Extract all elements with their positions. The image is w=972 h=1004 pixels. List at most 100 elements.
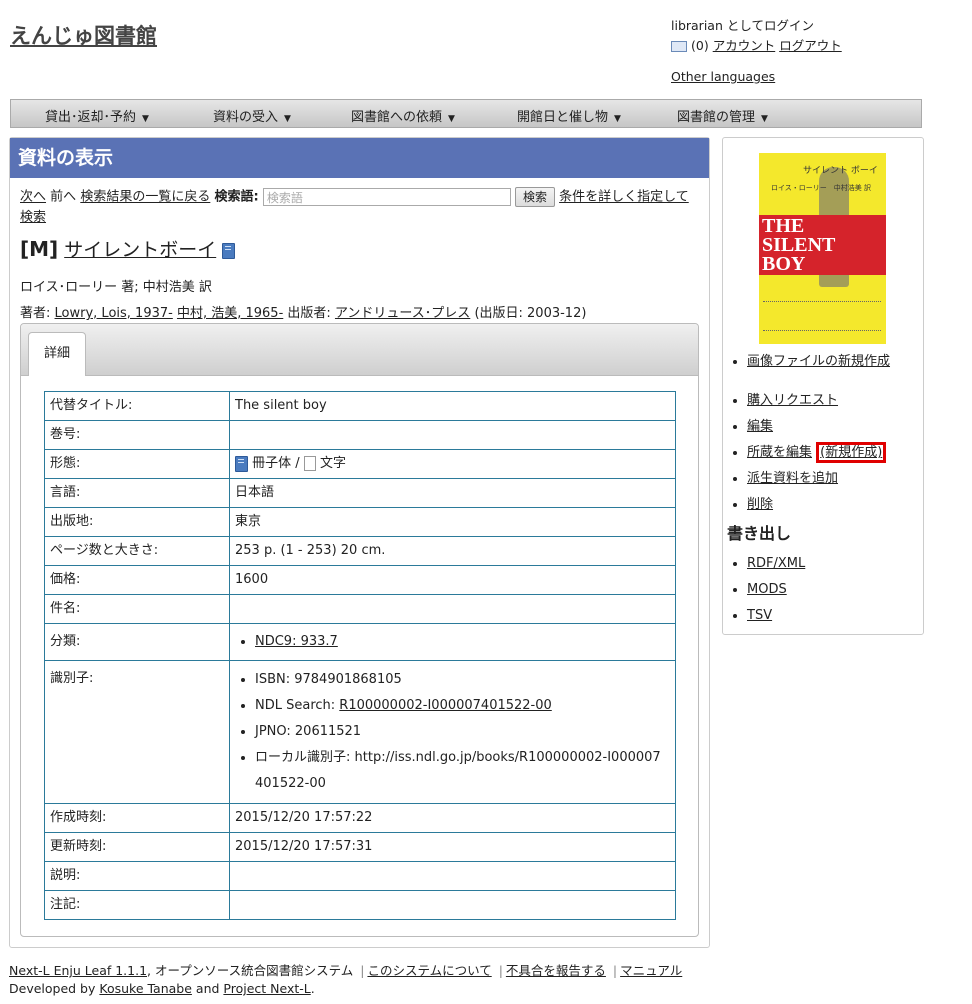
creators-label: 著者: [20, 306, 51, 321]
pub-date: (出版日: 2003-12) [474, 306, 587, 321]
table-row: 件名: [44, 594, 676, 624]
menu-admin[interactable]: 図書館の管理 ▼ [677, 106, 768, 125]
back-to-results-link[interactable]: 検索結果の一覧に戻る [80, 190, 210, 205]
row-value: 日本語 [229, 478, 676, 508]
project-link[interactable]: Project Next-L [223, 981, 310, 996]
add-derivative-link[interactable]: 派生資料を追加 [747, 471, 838, 486]
cover-title-line: BOY [762, 253, 806, 275]
creator-link[interactable]: 中村, 浩美, 1965- [177, 306, 283, 321]
row-label: 識別子: [44, 660, 230, 804]
table-row: 注記: [44, 890, 676, 920]
next-link[interactable]: 次へ [20, 190, 46, 205]
isbn-item: ISBN: 9784901868105 [255, 667, 670, 693]
cover-en-title: THE SILENT BOY [762, 216, 835, 275]
other-languages-link[interactable]: Other languages [671, 69, 775, 84]
export-tsv-link[interactable]: TSV [747, 608, 772, 623]
main-menu-bar: 貸出･返却･予約 ▼ 資料の受入 ▼ 図書館への依頼 ▼ 開館日と催し物 ▼ 図書館の管… [10, 99, 922, 128]
menu-circulation[interactable]: 貸出･返却･予約 ▼ [45, 106, 149, 125]
row-value [229, 420, 676, 450]
delete-link[interactable]: 削除 [747, 497, 773, 512]
new-picture-link[interactable]: 画像ファイルの新規作成 [747, 354, 890, 369]
menu-label: 開館日と催し物 [517, 110, 609, 125]
period: . [310, 981, 315, 996]
row-label: 言語: [44, 478, 230, 508]
ndl-link[interactable]: R100000002-I000007401522-00 [339, 698, 551, 713]
list-item: 購入リクエスト [747, 388, 886, 414]
book-cover-image[interactable]: サイレント ボーイ ロイス・ローリー 中村浩美 訳 THE SILENT BOY [759, 153, 886, 344]
logout-link[interactable]: ログアウト [779, 38, 842, 53]
book-icon [222, 242, 236, 259]
creator-link[interactable]: Lowry, Lois, 1937- [55, 306, 173, 321]
edit-items-link[interactable]: 所蔵を編集 [747, 445, 812, 460]
export-rdf-link[interactable]: RDF/XML [747, 556, 805, 571]
row-value [229, 594, 676, 624]
prev-label: 前へ [50, 189, 77, 205]
developer-link[interactable]: Kosuke Tanabe [99, 981, 192, 996]
product-desc: , オープンソース統合図書館システム [147, 963, 354, 978]
list-item: 削除 [747, 492, 886, 518]
cover-jp-title: サイレント ボーイ [803, 166, 878, 176]
row-value: 1600 [229, 565, 676, 595]
table-row: 言語: 日本語 [44, 478, 676, 508]
search-input[interactable]: 検索語 [262, 188, 511, 206]
search-button[interactable]: 検索 [514, 187, 555, 207]
site-title: えんじゅ図書館 [10, 20, 157, 50]
table-row: 作成時刻: 2015/12/20 17:57:22 [44, 803, 676, 833]
document-icon [303, 456, 316, 471]
table-row: 識別子: ISBN: 9784901868105 NDL Search: R10… [44, 660, 676, 804]
account-link[interactable]: アカウント [713, 38, 776, 53]
table-row: 形態: 冊子体 / 文字 [44, 449, 676, 479]
edit-link[interactable]: 編集 [747, 419, 773, 434]
menu-acquisition[interactable]: 資料の受入 ▼ [213, 106, 291, 125]
menu-label: 図書館への依頼 [351, 110, 443, 125]
tab-details[interactable]: 詳細 [28, 332, 86, 376]
purchase-request-link[interactable]: 購入リクエスト [747, 393, 838, 408]
site-title-link[interactable]: えんじゅ図書館 [10, 24, 157, 48]
row-label: 出版地: [44, 507, 230, 537]
title-link[interactable]: サイレントボーイ [64, 239, 216, 261]
developed-by-label: Developed by [9, 981, 100, 996]
list-item: MODS [747, 577, 805, 603]
list-item: 画像ファイルの新規作成 [747, 349, 890, 375]
manual-link[interactable]: マニュアル [620, 963, 682, 978]
login-status: librarian としてログイン [671, 18, 814, 33]
table-row: 分類: NDC9: 933.7 [44, 623, 676, 661]
row-label: 件名: [44, 594, 230, 624]
product-link[interactable]: Next-L Enju Leaf 1.1.1 [9, 963, 147, 978]
caret-down-icon: ▼ [614, 114, 621, 124]
record-actions: 購入リクエスト 編集 所蔵を編集 (新規作成) 派生資料を追加 削除 [733, 388, 887, 518]
caret-down-icon: ▼ [448, 114, 455, 124]
export-list: RDF/XML MODS TSV [733, 551, 805, 629]
row-label: 注記: [44, 890, 230, 920]
table-row: 価格: 1600 [44, 565, 676, 595]
caret-down-icon: ▼ [761, 114, 768, 124]
carrier-type: 冊子体 [252, 456, 292, 471]
mail-icon[interactable] [671, 41, 687, 52]
report-bug-link[interactable]: 不具合を報告する [506, 963, 606, 978]
row-label: 形態: [44, 449, 230, 479]
row-value: ISBN: 9784901868105 NDL Search: R1000000… [229, 660, 676, 804]
publisher-link[interactable]: アンドリュース･プレス [335, 306, 470, 321]
ndl-label: NDL Search: [255, 698, 340, 713]
export-mods-link[interactable]: MODS [747, 582, 787, 597]
footer-separator: | [612, 963, 618, 978]
page-title: 資料の表示 [10, 138, 709, 178]
row-label: 代替タイトル: [44, 391, 230, 421]
local-id-item: ローカル識別子: http://iss.ndl.go.jp/books/R100… [255, 745, 670, 797]
ndl-item: NDL Search: R100000002-I000007401522-00 [255, 693, 670, 719]
list-item: 編集 [747, 414, 886, 440]
menu-label: 図書館の管理 [677, 110, 756, 125]
menu-events[interactable]: 開館日と催し物 ▼ [517, 106, 621, 125]
caret-down-icon: ▼ [142, 114, 149, 124]
table-row: 更新時刻: 2015/12/20 17:57:31 [44, 832, 676, 862]
list-item: RDF/XML [747, 551, 805, 577]
classification-link[interactable]: NDC9: 933.7 [255, 634, 338, 649]
record-nav: 次へ 前へ 検索結果の一覧に戻る 検索語: 検索語 検索 条件を詳しく指定して検… [20, 187, 700, 228]
about-link[interactable]: このシステムについて [367, 963, 491, 978]
form-separator: / [295, 456, 300, 471]
menu-label: 貸出･返却･予約 [45, 110, 137, 125]
new-item-link[interactable]: (新規作成) [816, 442, 887, 463]
menu-request[interactable]: 図書館への依頼 ▼ [351, 106, 455, 125]
login-box: librarian としてログイン (0) アカウント ログアウト [671, 16, 842, 56]
row-label: 価格: [44, 565, 230, 595]
